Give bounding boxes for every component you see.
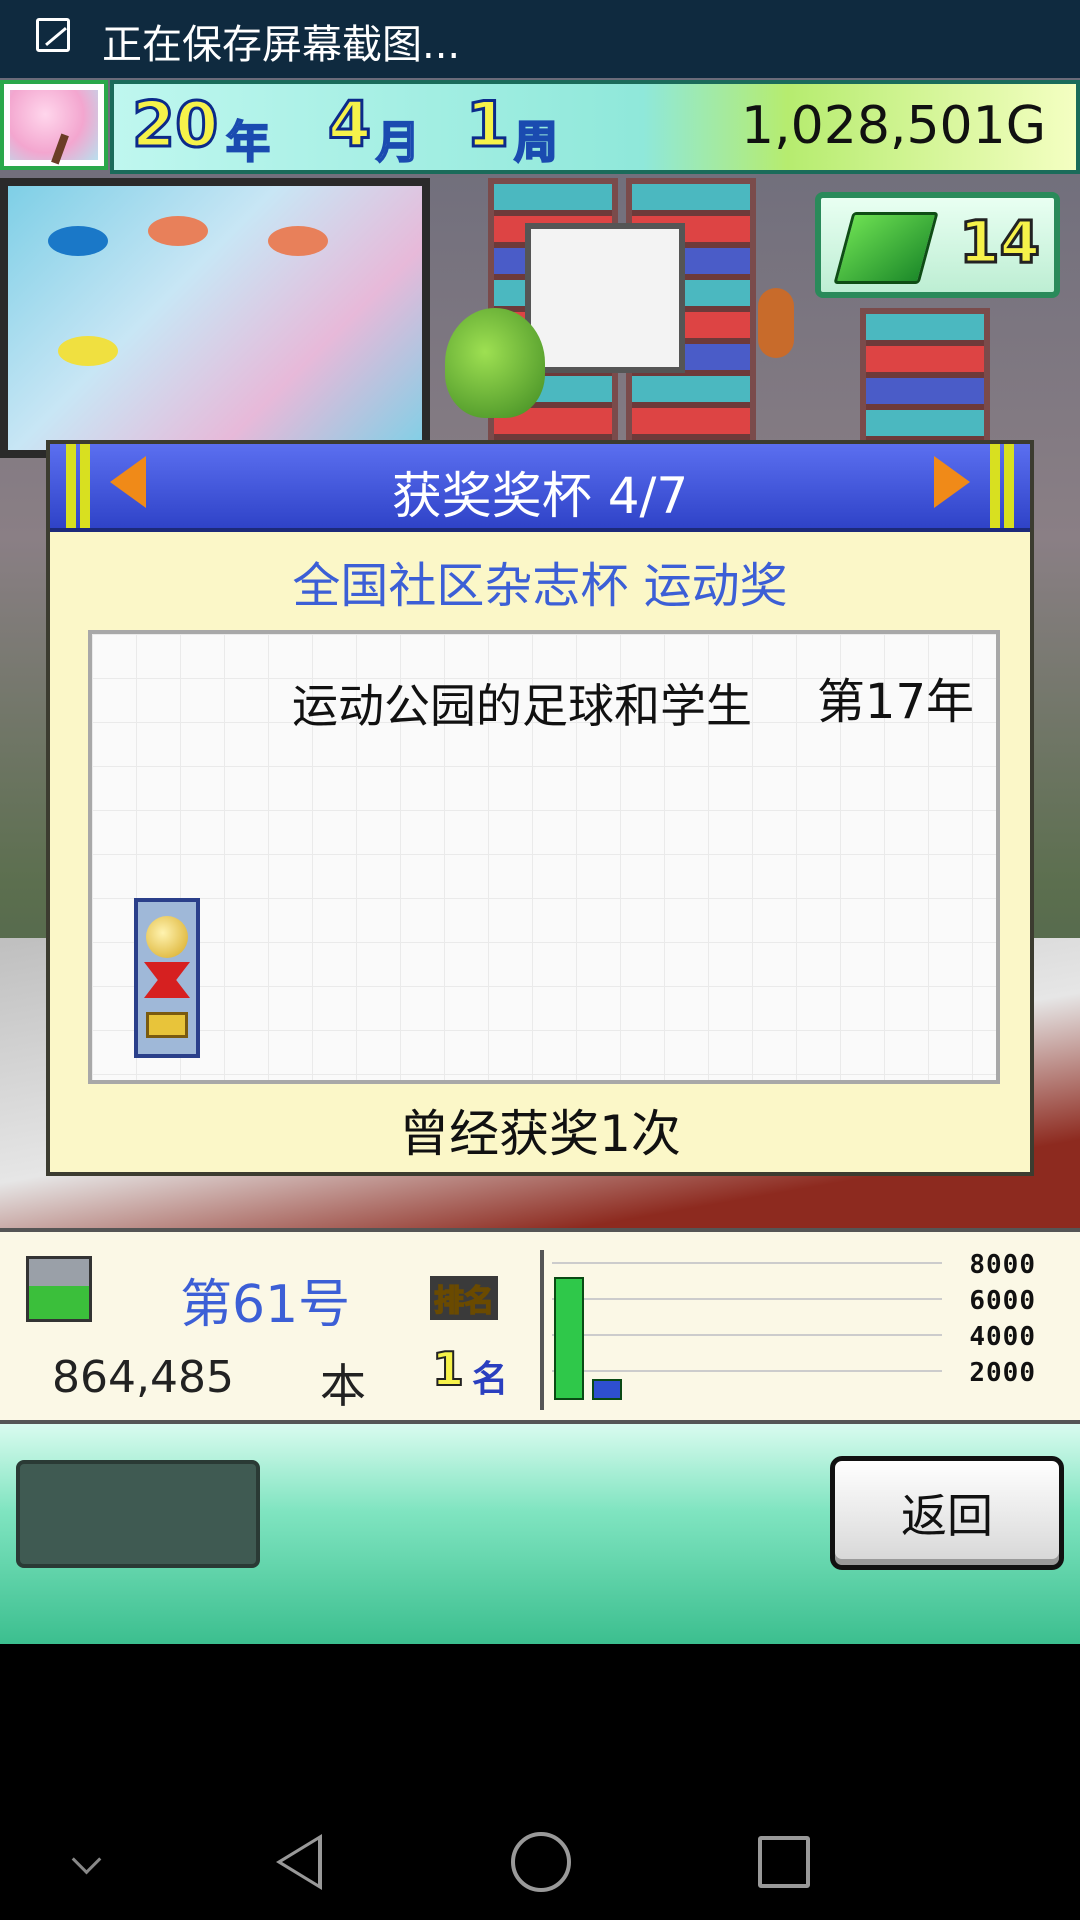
chart-bar	[592, 1379, 622, 1400]
chart-gridline	[552, 1298, 942, 1300]
award-detail-panel: 运动公园的足球和学生 第17年	[88, 630, 1000, 1084]
year-unit: 年	[225, 116, 271, 169]
trophy-icon	[134, 898, 200, 1058]
screenshot-icon	[36, 18, 70, 52]
chart-tick-label: 4000	[969, 1322, 1036, 1352]
month-value: 4	[326, 87, 372, 163]
wall-clock	[758, 288, 794, 358]
back-triangle-icon[interactable]	[276, 1834, 322, 1890]
week-unit: 周	[513, 116, 559, 169]
empty-button[interactable]	[16, 1460, 260, 1568]
chart-tick-label: 8000	[969, 1250, 1036, 1280]
chevron-down-icon[interactable]	[71, 1844, 102, 1875]
dialog-header: 获奖奖杯 4/7	[50, 444, 1030, 532]
chart-divider	[540, 1250, 544, 1410]
week-value: 1	[464, 87, 510, 163]
status-bar: 正在保存屏幕截图...	[0, 0, 1080, 78]
aquarium	[0, 178, 430, 458]
month-unit: 月	[375, 116, 421, 169]
medal	[146, 916, 188, 958]
sales-unit: 本	[320, 1359, 366, 1413]
award-count: 曾经获奖1次	[399, 1105, 681, 1163]
book-icon	[833, 212, 939, 284]
recent-square-icon[interactable]	[758, 1836, 810, 1888]
chart-gridline	[552, 1262, 942, 1264]
magazine-title: 运动公园的足球和学生	[292, 679, 752, 733]
award-name: 全国社区杂志杯 运动奖	[292, 558, 788, 614]
button-area: 返回	[0, 1424, 1080, 1644]
next-award-arrow-icon[interactable]	[934, 456, 970, 508]
chart-gridline	[552, 1370, 942, 1372]
award-dialog: 获奖奖杯 4/7 全国社区杂志杯 运动奖 运动公园的足球和学生 第17年 曾经获…	[46, 440, 1034, 1176]
status-text: 正在保存屏幕截图...	[102, 22, 461, 68]
money-display: 1,028,501G	[741, 96, 1046, 156]
year-value: 20	[130, 87, 219, 163]
fish	[148, 216, 208, 246]
sales-chart: 8000 6000 4000 2000	[552, 1250, 1062, 1408]
issue-number: 第61号	[180, 1275, 351, 1335]
home-circle-icon[interactable]	[511, 1832, 571, 1892]
rank-value: 1	[431, 1341, 465, 1397]
season-icon[interactable]	[0, 80, 108, 170]
rank-unit: 名	[472, 1359, 509, 1400]
ribbon	[144, 962, 190, 998]
whiteboard	[525, 223, 685, 373]
fish	[48, 226, 108, 256]
navigation-bar	[0, 1644, 1080, 1920]
books-count: 14	[958, 207, 1042, 278]
magazine-stats-panel: 第61号 排名 864,485 本 1 名 8000 6000 4000 2000	[0, 1228, 1080, 1424]
fish	[268, 226, 328, 256]
back-button[interactable]: 返回	[830, 1456, 1064, 1570]
rank-label: 排名	[430, 1276, 498, 1320]
trophy-plate	[146, 1012, 188, 1038]
date-bar: 20 年 4 月 1 周 1,028,501G	[110, 80, 1080, 174]
fish	[58, 336, 118, 366]
sales-count: 864,485	[52, 1352, 234, 1403]
potted-plant	[445, 308, 545, 418]
chart-bar	[554, 1277, 584, 1400]
award-year: 第17年	[816, 674, 974, 730]
dialog-title: 获奖奖杯 4/7	[391, 467, 689, 525]
magazine-cover-icon	[26, 1256, 92, 1322]
research-books-panel[interactable]: 14	[815, 192, 1060, 298]
cherry-blossom-icon	[10, 90, 98, 160]
chart-gridline	[552, 1334, 942, 1336]
chart-tick-label: 6000	[969, 1286, 1036, 1316]
chart-tick-label: 2000	[969, 1358, 1036, 1388]
